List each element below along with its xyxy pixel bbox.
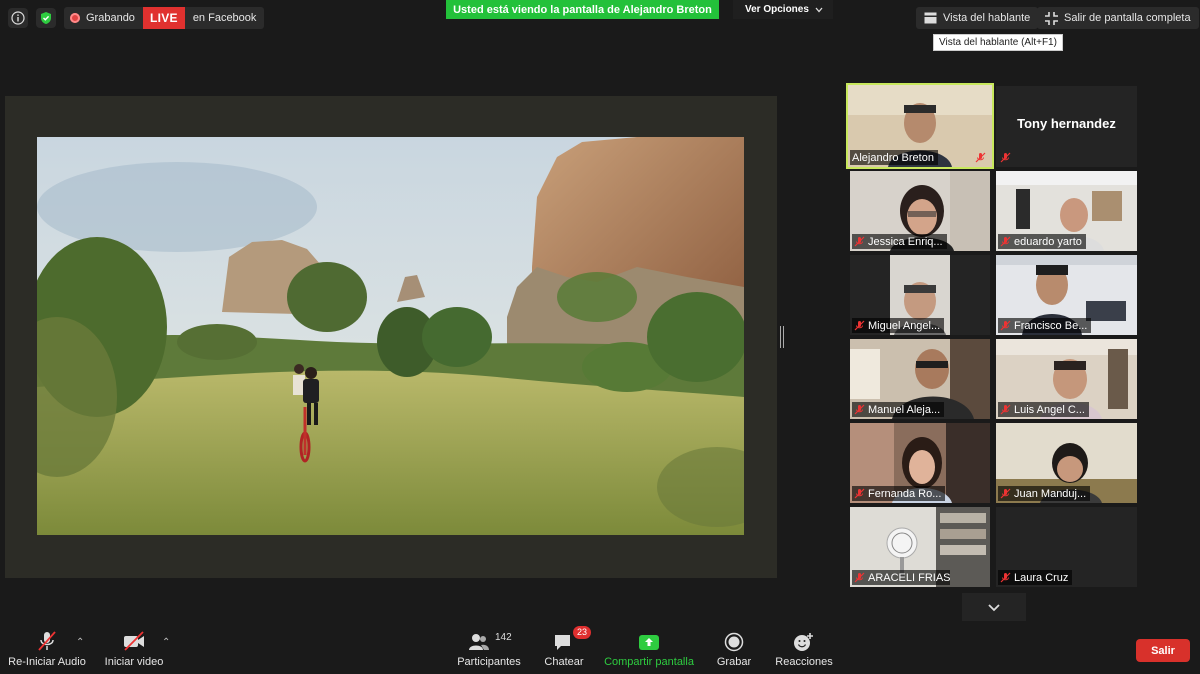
- speaker-view-icon: [924, 12, 937, 24]
- recording-status[interactable]: Grabando LIVE en Facebook: [64, 7, 265, 29]
- mic-muted-icon: [854, 236, 865, 247]
- mic-muted-icon: [1000, 320, 1011, 331]
- mic-muted-icon: [1000, 152, 1011, 163]
- participant-name: Miguel Angel...: [852, 318, 945, 333]
- record-icon: [724, 632, 744, 652]
- participant-name: Juan Manduj...: [998, 486, 1091, 501]
- mic-muted-icon: [1000, 404, 1011, 415]
- participant-name: eduardo yarto: [998, 234, 1086, 249]
- security-button[interactable]: [36, 8, 56, 28]
- speaker-view-button[interactable]: Vista del hablante: [916, 7, 1039, 29]
- video-button[interactable]: Iniciar video: [103, 630, 165, 668]
- audio-button[interactable]: Re-Iniciar Audio: [8, 630, 86, 668]
- video-label: Iniciar video: [104, 656, 164, 668]
- audio-label: Re-Iniciar Audio: [8, 656, 86, 668]
- participant-name: Alejandro Breton: [850, 150, 938, 165]
- chat-unread-badge: 23: [573, 626, 592, 639]
- exit-fullscreen-label: Salir de pantalla completa: [1064, 12, 1191, 24]
- participant-tile[interactable]: Juan Manduj...: [996, 423, 1137, 503]
- participant-name: Jessica Enriq...: [852, 234, 947, 249]
- participant-tile[interactable]: Tony hernandez: [996, 86, 1137, 167]
- top-left-controls: Grabando LIVE en Facebook: [8, 7, 265, 29]
- share-banner: Usted está viendo la pantalla de Alejand…: [446, 0, 719, 19]
- emoji-add-icon: [794, 633, 813, 651]
- info-icon: [11, 11, 25, 25]
- view-options-label: Ver Opciones: [745, 4, 809, 15]
- live-badge: LIVE: [142, 7, 185, 29]
- speaker-view-tooltip: Vista del hablante (Alt+F1): [933, 34, 1063, 51]
- participant-tile[interactable]: ARACELI FRIAS: [850, 507, 990, 587]
- gallery-next-button[interactable]: [962, 593, 1026, 621]
- resize-handle[interactable]: [780, 326, 784, 348]
- audio-options-caret[interactable]: ⌃: [76, 637, 84, 648]
- mic-muted-icon: [1000, 572, 1011, 583]
- participant-tile[interactable]: Fernanda Ro...: [850, 423, 990, 503]
- mic-muted-icon: [38, 631, 56, 651]
- mic-muted-icon: [975, 152, 986, 163]
- participant-tile[interactable]: Francisco Be...: [996, 255, 1137, 335]
- view-options-button[interactable]: Ver Opciones: [733, 0, 833, 19]
- reactions-label: Reacciones: [775, 656, 833, 668]
- share-screen-icon: [639, 635, 659, 650]
- participant-name: Laura Cruz: [998, 570, 1073, 585]
- record-label: Grabar: [716, 656, 752, 668]
- participant-tile[interactable]: Miguel Angel...: [850, 255, 990, 335]
- participant-tile[interactable]: Luis Angel C...: [996, 339, 1137, 419]
- participants-label: Participantes: [457, 656, 521, 668]
- exit-fullscreen-icon: [1045, 11, 1058, 25]
- participant-tile[interactable]: eduardo yarto: [996, 171, 1137, 251]
- recording-icon: [70, 13, 80, 23]
- shared-landscape-photo: [37, 137, 744, 535]
- speaker-view-label: Vista del hablante: [943, 12, 1031, 24]
- recording-label: Grabando: [86, 12, 135, 24]
- mic-muted-icon: [854, 320, 865, 331]
- shared-screen[interactable]: [5, 96, 777, 578]
- record-button[interactable]: Grabar: [714, 630, 754, 668]
- mic-muted-icon: [1000, 236, 1011, 247]
- participant-name: Francisco Be...: [998, 318, 1092, 333]
- video-off-icon: [124, 631, 144, 651]
- participant-name: Tony hernandez: [1017, 116, 1116, 131]
- leave-button[interactable]: Salir: [1136, 639, 1190, 662]
- shield-icon: [41, 12, 51, 24]
- reactions-button[interactable]: Reacciones: [775, 630, 833, 668]
- meeting-info-button[interactable]: [8, 8, 28, 28]
- mic-muted-icon: [854, 404, 865, 415]
- share-screen-label: Compartir pantalla: [604, 656, 694, 668]
- mic-muted-icon: [854, 572, 865, 583]
- participant-name: ARACELI FRIAS: [852, 570, 950, 585]
- participant-name: Luis Angel C...: [998, 402, 1089, 417]
- chat-label: Chatear: [544, 656, 584, 668]
- participants-button[interactable]: 142 Participantes: [457, 630, 521, 668]
- participant-tile[interactable]: Jessica Enriq...: [850, 171, 990, 251]
- chat-button[interactable]: 23 Chatear: [544, 626, 592, 668]
- participant-tile[interactable]: Alejandro Breton: [846, 83, 994, 169]
- participant-tile[interactable]: Laura Cruz: [996, 507, 1137, 587]
- participants-count: 142: [495, 632, 512, 643]
- participants-icon: [469, 634, 489, 650]
- participant-tile[interactable]: Manuel Aleja...: [850, 339, 990, 419]
- mic-muted-icon: [854, 488, 865, 499]
- share-screen-button[interactable]: Compartir pantalla: [604, 630, 694, 668]
- chevron-down-icon: [988, 603, 1000, 611]
- live-destination: en Facebook: [192, 12, 257, 24]
- chat-icon: [555, 635, 570, 650]
- participant-name: Manuel Aleja...: [852, 402, 945, 417]
- chevron-down-icon: [815, 7, 823, 12]
- participant-name: Fernanda Ro...: [852, 486, 946, 501]
- mic-muted-icon: [1000, 488, 1011, 499]
- video-options-caret[interactable]: ⌃: [162, 637, 170, 648]
- exit-fullscreen-button[interactable]: Salir de pantalla completa: [1037, 7, 1199, 29]
